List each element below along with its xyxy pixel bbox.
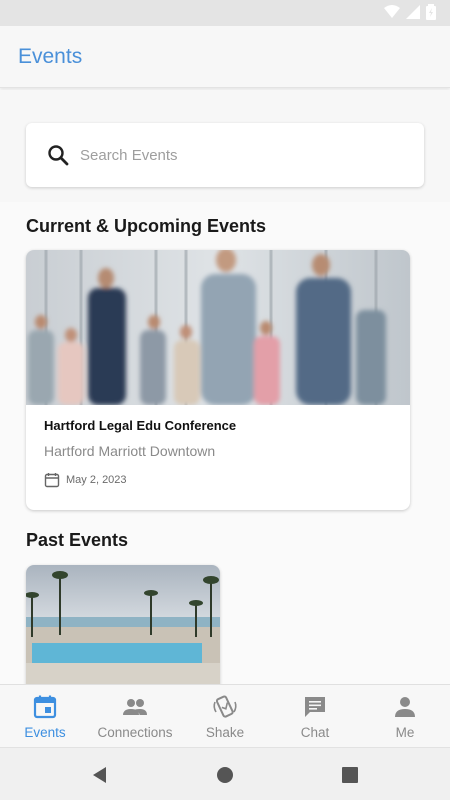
calendar-icon — [33, 695, 57, 719]
past-events-heading: Past Events — [26, 530, 129, 550]
event-name: Hartford Legal Edu Conference — [44, 418, 237, 433]
home-icon[interactable] — [215, 765, 235, 785]
nav-item-events[interactable]: Events — [0, 685, 90, 747]
nav-label-events: Events — [24, 725, 66, 740]
shake-phone-icon — [213, 695, 237, 718]
nav-item-connections[interactable]: Connections — [90, 685, 180, 747]
nav-label-me: Me — [395, 725, 415, 740]
bottom-nav: Events Connections Shake Chat Me — [0, 684, 450, 747]
signal-icon — [406, 5, 420, 19]
event-date: May 2, 2023 — [66, 474, 127, 486]
status-icons — [384, 4, 436, 20]
event-venue: Hartford Marriott Downtown — [44, 443, 216, 459]
calendar-icon — [44, 473, 60, 488]
status-bar — [0, 0, 450, 26]
system-nav-bar — [0, 747, 450, 800]
chat-icon — [305, 697, 325, 717]
nav-item-shake[interactable]: Shake — [180, 685, 270, 747]
nav-label-shake: Shake — [205, 725, 245, 740]
wifi-icon — [384, 5, 400, 18]
nav-label-chat: Chat — [300, 725, 330, 740]
battery-icon — [426, 4, 436, 20]
past-event-image — [26, 565, 220, 695]
search-area — [0, 90, 450, 202]
search-icon — [48, 145, 69, 166]
recents-icon[interactable] — [340, 765, 360, 785]
current-events-heading: Current & Upcoming Events — [26, 216, 267, 236]
person-icon — [395, 697, 415, 717]
event-image — [26, 250, 410, 405]
page-title: Events — [18, 45, 83, 68]
past-event-card[interactable] — [26, 565, 220, 695]
search-box[interactable] — [26, 123, 424, 187]
back-icon[interactable] — [90, 765, 110, 785]
event-date-row: May 2, 2023 — [44, 472, 127, 488]
event-card[interactable]: Hartford Legal Edu Conference Hartford M… — [26, 250, 410, 510]
search-input[interactable] — [80, 143, 400, 167]
nav-label-connections: Connections — [97, 725, 173, 740]
nav-item-me[interactable]: Me — [360, 685, 450, 747]
app-bar: Events — [0, 26, 450, 88]
nav-item-chat[interactable]: Chat — [270, 685, 360, 747]
people-icon — [123, 699, 147, 715]
